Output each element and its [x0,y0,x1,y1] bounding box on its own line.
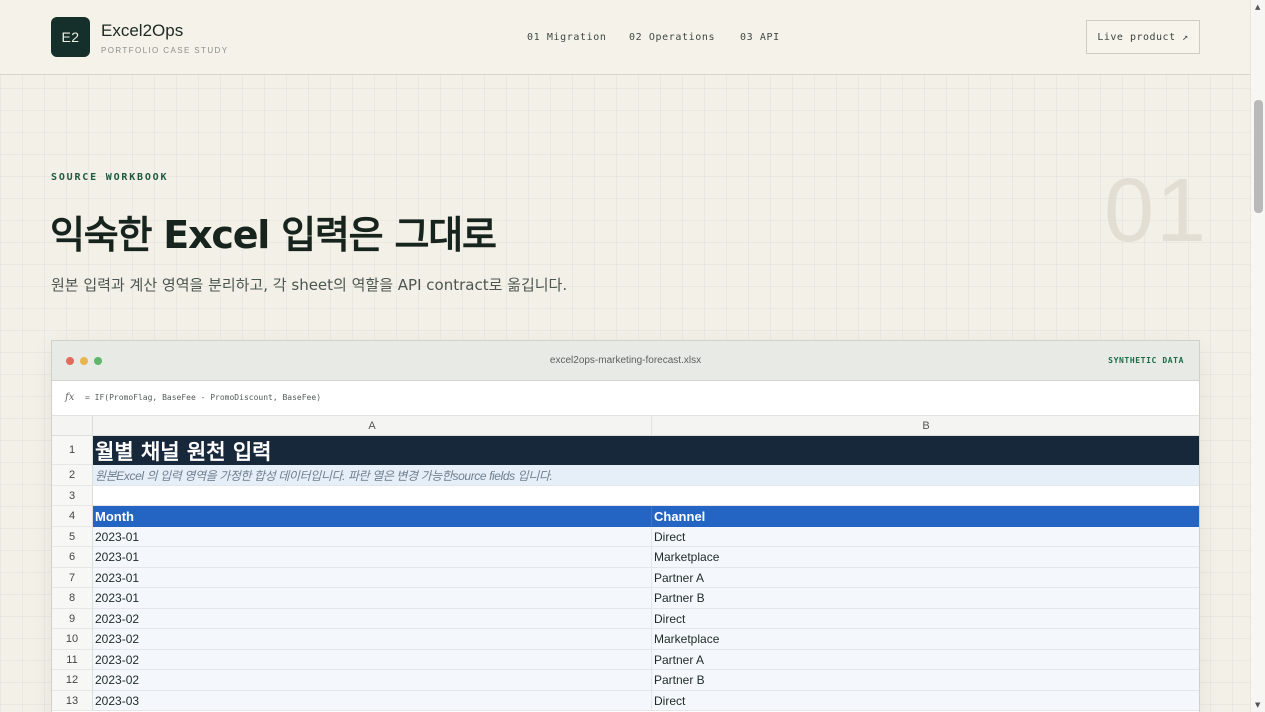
nav-link-migration[interactable]: 01 Migration [527,32,606,43]
month-cell[interactable]: 2023-03 [93,691,652,711]
month-cell[interactable]: 2023-02 [93,609,652,629]
section-headline: 익숙한 Excel 입력은 그대로 [50,213,497,257]
nav-link-api[interactable]: 03 API [740,32,780,43]
section-number: 01 [1104,161,1209,261]
row-number[interactable]: 9 [52,609,93,629]
scrollbar-thumb[interactable] [1254,100,1263,213]
header-cell-month[interactable]: Month [93,506,652,527]
row-number[interactable]: 3 [52,486,93,506]
row-number[interactable]: 12 [52,670,93,691]
workbook-filename: excel2ops-marketing-forecast.xlsx [549,355,702,366]
nav-link-operations[interactable]: 02 Operations [629,32,715,43]
table-row: 6 2023-01 Marketplace [52,547,1199,568]
row-number[interactable]: 1 [52,436,93,465]
scroll-down-arrow-icon[interactable]: ▼ [1255,701,1260,709]
row-number[interactable]: 13 [52,691,93,711]
sheet-note-cell[interactable]: 원본Excel 의 입력 영역을 가정한 합성 데이터입니다. 파란 열은 변경… [93,465,1199,486]
row-number[interactable]: 7 [52,568,93,588]
brand-name[interactable]: Excel2Ops [101,21,183,41]
channel-cell[interactable]: Direct [652,691,1199,711]
page-scrollbar[interactable]: ▲ ▼ [1250,0,1265,712]
table-row: 3 [52,486,1199,506]
workbook-window: excel2ops-marketing-forecast.xlsx SYNTHE… [51,340,1200,712]
fx-icon: fx [65,392,75,403]
month-cell[interactable]: 2023-01 [93,568,652,588]
month-cell[interactable]: 2023-01 [93,527,652,547]
table-row: 8 2023-01 Partner B [52,588,1199,609]
channel-cell[interactable]: Marketplace [652,547,1199,568]
month-cell[interactable]: 2023-01 [93,588,652,609]
section-eyebrow: SOURCE WORKBOOK [51,172,169,183]
table-row: 12 2023-02 Partner B [52,670,1199,691]
table-row: 9 2023-02 Direct [52,609,1199,629]
brand-subtitle: PORTFOLIO CASE STUDY [101,46,229,55]
table-header-row: 4 Month Channel [52,506,1199,527]
scroll-up-arrow-icon[interactable]: ▲ [1255,3,1260,11]
row-number[interactable]: 11 [52,650,93,670]
table-row: 2 원본Excel 의 입력 영역을 가정한 합성 데이터입니다. 파란 열은 … [52,465,1199,486]
formula-bar[interactable]: fx = IF(PromoFlag, BaseFee - PromoDiscou… [52,382,1199,416]
channel-cell[interactable]: Marketplace [652,629,1199,650]
row-number[interactable]: 5 [52,527,93,547]
column-header-b[interactable]: B [652,416,1199,436]
channel-cell[interactable]: Direct [652,609,1199,629]
table-row: 11 2023-02 Partner A [52,650,1199,670]
logo-mark[interactable]: E2 [51,17,90,57]
channel-cell[interactable]: Partner A [652,568,1199,588]
table-row: 13 2023-03 Direct [52,691,1199,711]
month-cell[interactable]: 2023-02 [93,650,652,670]
month-cell[interactable]: 2023-02 [93,670,652,691]
column-header-a[interactable]: A [93,416,652,436]
blank-cell[interactable] [93,486,1199,506]
sheet-title-cell[interactable]: 월별 채널 원천 입력 [93,436,1199,465]
table-row: 7 2023-01 Partner A [52,568,1199,588]
section-subline: 원본 입력과 계산 영역을 분리하고, 각 sheet의 역할을 API con… [51,276,568,294]
formula-text[interactable]: = IF(PromoFlag, BaseFee - PromoDiscount,… [85,393,321,402]
month-cell[interactable]: 2023-01 [93,547,652,568]
row-number[interactable]: 10 [52,629,93,650]
grid-corner[interactable] [52,416,93,436]
window-titlebar: excel2ops-marketing-forecast.xlsx SYNTHE… [52,341,1199,381]
row-number[interactable]: 8 [52,588,93,609]
channel-cell[interactable]: Partner B [652,588,1199,609]
row-number[interactable]: 6 [52,547,93,568]
row-number[interactable]: 4 [52,506,93,527]
top-header: E2 Excel2Ops PORTFOLIO CASE STUDY 01 Mig… [0,0,1250,75]
channel-cell[interactable]: Partner A [652,650,1199,670]
table-row: 5 2023-01 Direct [52,527,1199,547]
channel-cell[interactable]: Partner B [652,670,1199,691]
row-number[interactable]: 2 [52,465,93,486]
header-cell-channel[interactable]: Channel [652,506,1199,527]
table-row: 10 2023-02 Marketplace [52,629,1199,650]
month-cell[interactable]: 2023-02 [93,629,652,650]
synthetic-data-badge: SYNTHETIC DATA [1108,356,1184,365]
table-row: 1 월별 채널 원천 입력 [52,436,1199,465]
live-product-button[interactable]: Live product ↗ [1086,20,1200,54]
channel-cell[interactable]: Direct [652,527,1199,547]
